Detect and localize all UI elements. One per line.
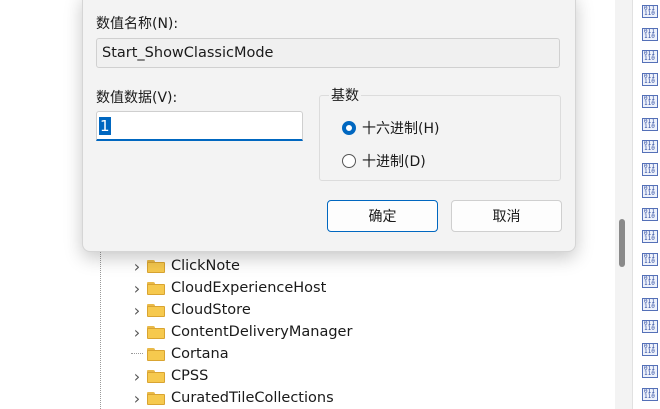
chevron-right-icon[interactable]: › [131,257,143,276]
chevron-right-icon[interactable]: › [131,279,143,298]
chevron-right-icon[interactable]: › [131,389,143,408]
tree-scrollbar[interactable] [617,0,627,409]
chevron-right-icon[interactable]: › [131,367,143,386]
radio-decimal[interactable]: 十进制(D) [342,151,426,171]
radio-hex-label: 十六进制(H) [362,121,440,137]
tree-item[interactable]: › CloudExperienceHost [131,277,327,299]
scrollbar-thumb[interactable] [619,219,625,267]
value-name-field: Start_ShowClassicMode [96,38,560,68]
radio-hex-indicator[interactable] [342,121,356,135]
reg-dword-icon: 011 110 [642,275,658,288]
reg-dword-icon: 011 110 [642,185,658,198]
reg-dword-icon: 011 110 [642,50,658,63]
reg-dword-icon: 011 110 [642,207,658,221]
reg-dword-icon: 011 110 [642,387,658,401]
edit-dword-dialog: 数值名称(N): Start_ShowClassicMode 数值数据(V): … [82,0,576,252]
reg-dword-icon: 011 110 [642,365,658,378]
value-data-label: 数值数据(V): [96,90,178,106]
value-data-text: 1 [99,117,111,135]
tree-item[interactable]: › CuratedTileCollections [131,387,334,409]
folder-icon [147,325,165,339]
reg-dword-icon: 011 110 [642,117,658,131]
cancel-button[interactable]: 取消 [451,200,562,232]
reg-dword-icon: 011 110 [642,95,658,108]
folder-icon [147,369,165,383]
folder-icon [147,347,165,361]
reg-dword-icon: 011 110 [642,162,658,176]
folder-icon [147,281,165,295]
tree-item-label: CloudExperienceHost [171,280,327,296]
tree-item-label: ContentDeliveryManager [171,324,353,340]
reg-dword-icon: 011 110 [642,252,658,266]
reg-dword-icon: 011 110 [642,72,658,86]
reg-dword-icon: 011 110 [642,320,658,333]
base-groupbox: 基数 十六进制(H) 十进制(D) [319,85,561,181]
tree-item[interactable]: › ClickNote [131,255,240,277]
tree-item[interactable]: Cortana [131,343,229,365]
tree-connector [131,353,143,355]
tree-item-label: CloudStore [171,302,251,318]
folder-icon [147,391,165,405]
folder-icon [147,259,165,273]
value-name-label: 数值名称(N): [96,16,179,32]
reg-dword-icon: 011 110 [642,5,658,18]
radio-decimal-indicator[interactable] [342,154,356,168]
tree-item-label: CPSS [171,368,209,384]
reg-dword-icon: 011 110 [642,297,658,311]
folder-icon [147,303,165,317]
ok-button[interactable]: 确定 [327,200,438,232]
tree-item-label: Cortana [171,346,229,362]
chevron-right-icon[interactable]: › [131,323,143,342]
tree-item-label: ClickNote [171,258,240,274]
chevron-right-icon[interactable]: › [131,301,143,320]
tree-item[interactable]: › CPSS [131,365,208,387]
radio-decimal-label: 十进制(D) [362,154,426,170]
tree-item[interactable]: › CloudStore [131,299,251,321]
reg-dword-icon: 011 110 [642,140,658,153]
reg-dword-icon: 011 110 [642,230,658,243]
reg-dword-icon: 011 110 [642,342,658,356]
radio-hex[interactable]: 十六进制(H) [342,118,439,138]
reg-dword-icon: 011 110 [642,27,658,41]
base-title: 基数 [329,85,361,105]
tree-item[interactable]: › ContentDeliveryManager [131,321,353,343]
tree-item-label: CuratedTileCollections [171,390,334,406]
value-data-input[interactable]: 1 [96,111,303,141]
